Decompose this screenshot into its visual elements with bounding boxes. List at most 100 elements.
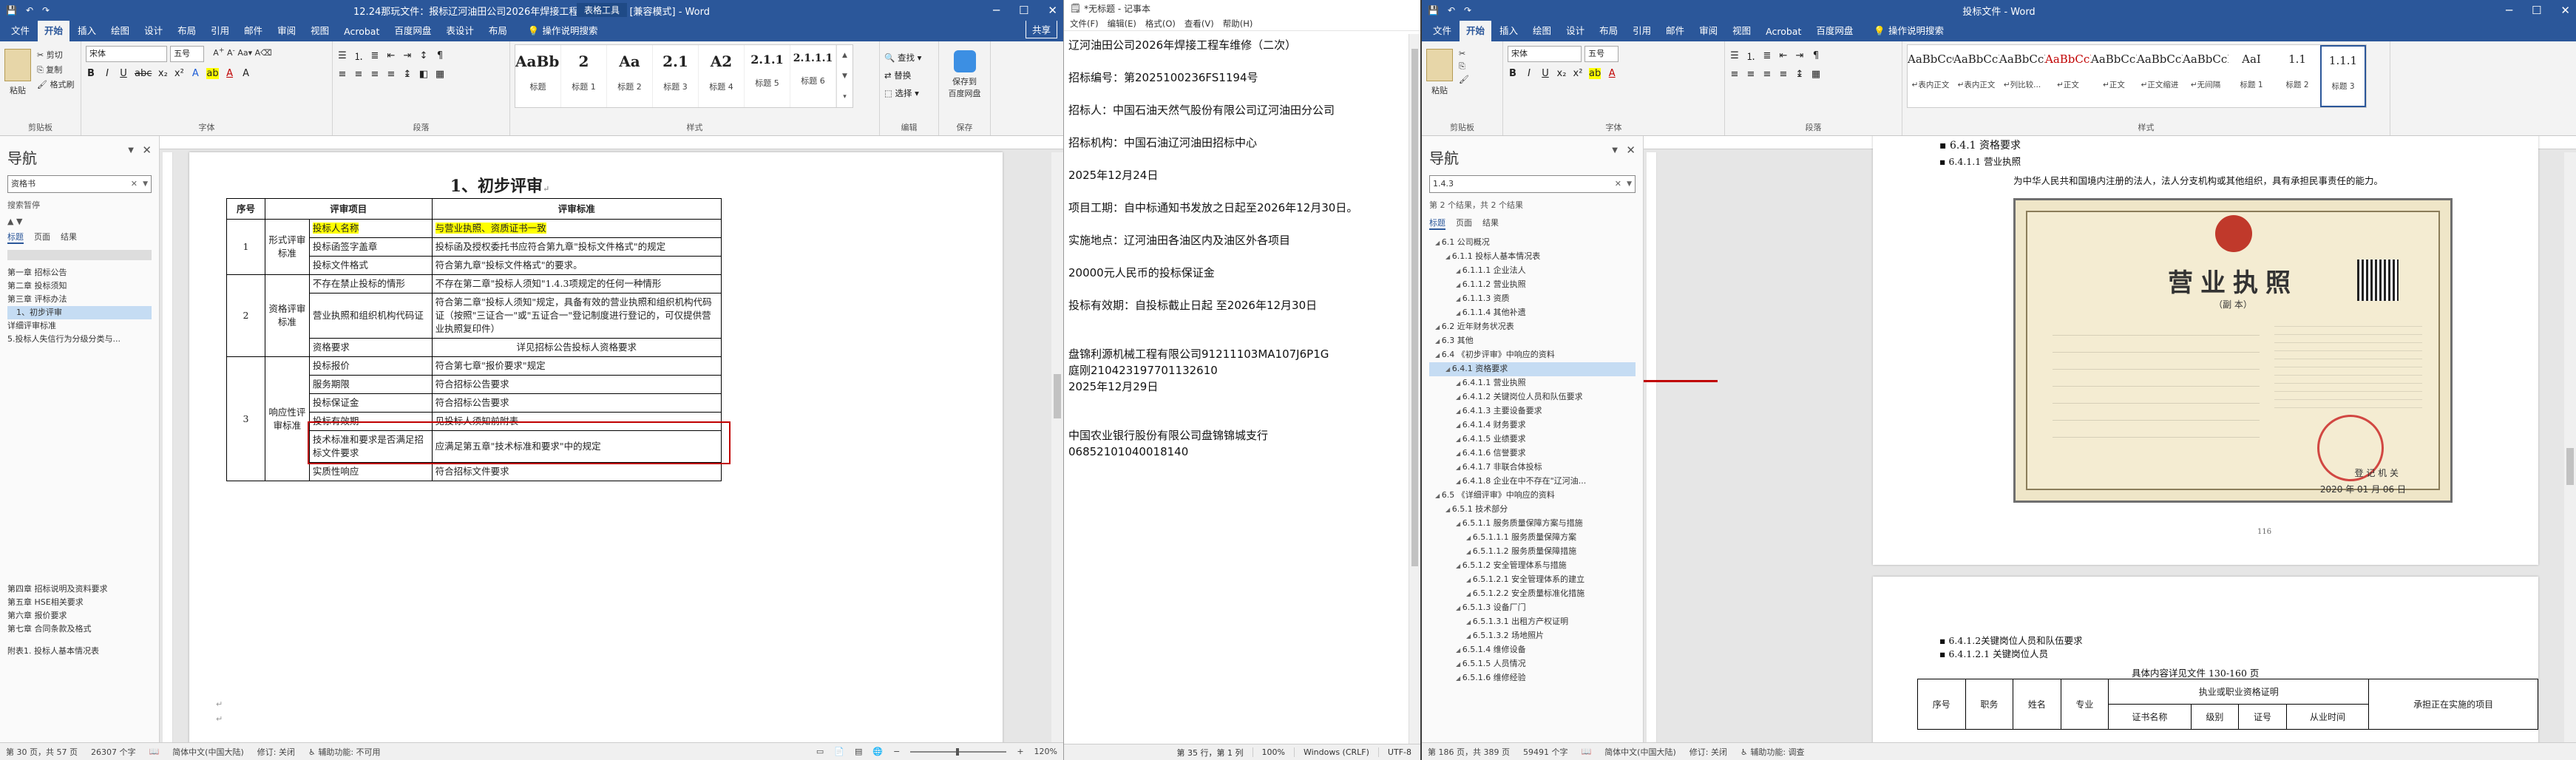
font-size-select[interactable]: 五号: [1584, 46, 1619, 62]
justify-icon[interactable]: ≡: [1778, 69, 1789, 80]
horizontal-ruler[interactable]: [160, 136, 1063, 149]
expand-arrow-icon[interactable]: ◢: [1435, 324, 1442, 330]
numbering-icon[interactable]: ⒈: [1746, 49, 1756, 63]
nav-item[interactable]: 第五章 HSE相关要求: [7, 596, 152, 609]
standard-cell[interactable]: 不存在第二章"投标人须知"1.4.3项规定的任何一种情形: [431, 274, 722, 294]
expand-arrow-icon[interactable]: ◢: [1456, 478, 1462, 485]
style-heading2[interactable]: Aa 标题 2: [607, 45, 653, 107]
style-item[interactable]: AaBbCcD ↵正文缩进: [2137, 45, 2183, 107]
subscript-icon[interactable]: x₂: [157, 68, 168, 79]
strikethrough-icon[interactable]: abc: [135, 68, 152, 79]
item-cell[interactable]: 资格要求: [308, 338, 433, 357]
expand-arrow-icon[interactable]: ◢: [1456, 422, 1462, 429]
zoom-slider[interactable]: [910, 747, 1007, 756]
nav-item[interactable]: ◢ 6.5.1.1 服务质量保障方案与措施: [1429, 517, 1636, 531]
highlight-icon[interactable]: ab: [206, 68, 219, 79]
align-left-icon[interactable]: ≡: [337, 69, 348, 80]
style-title[interactable]: AaBb(标题: [515, 45, 561, 107]
highlight-icon[interactable]: ab: [1589, 68, 1601, 79]
tab-acrobat[interactable]: Acrobat: [1759, 23, 1808, 41]
tab-table-layout[interactable]: 布局: [482, 20, 514, 41]
standard-cell[interactable]: 与营业执照、资质证书一致: [431, 219, 722, 238]
standard-cell[interactable]: 符合第九章"投标文件格式"的要求。: [431, 256, 722, 275]
nav-item[interactable]: ◢ 6.5.1.3.1 出租方产权证明: [1429, 615, 1636, 629]
format-painter-icon[interactable]: 🖌: [1459, 75, 1469, 84]
expand-arrow-icon[interactable]: ◢: [1435, 492, 1442, 499]
underline-icon[interactable]: U: [118, 68, 129, 79]
nav-item[interactable]: 第二章 投标须知: [7, 279, 152, 293]
expand-arrow-icon[interactable]: ◢: [1456, 282, 1462, 288]
expand-arrow-icon[interactable]: ◢: [1466, 549, 1473, 555]
find-button[interactable]: 🔍 查找 ▾: [884, 52, 934, 64]
tab-file[interactable]: 文件: [1426, 20, 1458, 41]
item-cell[interactable]: 营业执照和组织机构代码证: [308, 293, 433, 339]
page-count[interactable]: 第 186 页，共 389 页: [1428, 746, 1510, 758]
justify-icon[interactable]: ≡: [386, 69, 396, 80]
tab-view[interactable]: 视图: [1726, 20, 1758, 41]
nav-tab-pages[interactable]: 页面: [34, 231, 50, 244]
cut-button[interactable]: ✂ 剪切: [37, 49, 74, 61]
redo-icon[interactable]: ↷: [1464, 5, 1471, 16]
style-item[interactable]: AaBbCcDc ↵正文: [2045, 45, 2091, 107]
nav-item[interactable]: ◢ 6.4 《初步评审》中响应的资料: [1429, 348, 1636, 362]
style-item[interactable]: AaBbCcD ↵正文: [2091, 45, 2137, 107]
chevron-up-icon[interactable]: ▲: [7, 217, 13, 226]
expand-arrow-icon[interactable]: ◢: [1466, 591, 1473, 597]
zoom-in-icon[interactable]: +: [1017, 747, 1023, 756]
undo-icon[interactable]: ↶: [26, 5, 33, 16]
expand-arrow-icon[interactable]: ◢: [1466, 619, 1473, 625]
web-layout-icon[interactable]: 🌐: [872, 747, 883, 756]
vertical-scrollbar[interactable]: [1051, 152, 1063, 742]
chevron-down-icon[interactable]: ▼: [143, 176, 148, 192]
nav-item[interactable]: ◢ 6.1.1.3 资质: [1429, 292, 1636, 306]
align-center-icon[interactable]: ≡: [1746, 69, 1756, 80]
expand-arrow-icon[interactable]: ◢: [1456, 647, 1462, 654]
superscript-icon[interactable]: x²: [174, 68, 184, 79]
nav-item[interactable]: ◢ 6.4.1.4 财务要求: [1429, 418, 1636, 432]
standard-cell[interactable]: 详见招标公告投标人资格要求: [431, 338, 722, 357]
focus-icon[interactable]: ▭: [816, 747, 824, 756]
undo-icon[interactable]: ↶: [1448, 5, 1455, 16]
item-cell[interactable]: 投标函签字盖章: [308, 237, 433, 257]
zoom-out-icon[interactable]: −: [893, 747, 900, 756]
tab-file[interactable]: 文件: [4, 20, 36, 41]
nav-item[interactable]: 第三章 评标办法: [7, 293, 152, 306]
menu-format[interactable]: 格式(O): [1145, 18, 1176, 30]
style-heading3[interactable]: 2.1 标题 3: [653, 45, 699, 107]
nav-item[interactable]: ◢ 6.5 《详细评审》中响应的资料: [1429, 489, 1636, 503]
nav-item[interactable]: ◢ 6.2 近年财务状况表: [1429, 320, 1636, 334]
nav-item[interactable]: 详细评审标准: [7, 319, 152, 333]
menu-view[interactable]: 查看(V): [1184, 18, 1214, 30]
superscript-icon[interactable]: x²: [1573, 68, 1583, 79]
numbering-icon[interactable]: ⒈: [353, 49, 364, 63]
item-cell[interactable]: 实质性响应: [308, 462, 433, 481]
tab-baidu[interactable]: 百度网盘: [1809, 20, 1860, 41]
font-name-select[interactable]: 宋体: [1508, 46, 1582, 62]
redo-icon[interactable]: ↷: [42, 5, 50, 16]
expand-arrow-icon[interactable]: ◢: [1456, 605, 1462, 611]
vertical-ruler[interactable]: [163, 152, 173, 742]
copy-icon[interactable]: ⎘: [1459, 61, 1469, 72]
menu-file[interactable]: 文件(F): [1070, 18, 1099, 30]
nav-item[interactable]: 第四章 招标说明及资料要求: [7, 583, 152, 596]
nav-item[interactable]: ◢ 6.5.1.2 安全管理体系与措施: [1429, 559, 1636, 573]
maximize-button[interactable]: ☐: [2532, 4, 2541, 17]
style-item[interactable]: 1.1 标题 2: [2274, 45, 2320, 107]
expand-arrow-icon[interactable]: ◢: [1445, 506, 1452, 513]
tab-references[interactable]: 引用: [1626, 20, 1658, 41]
nav-item[interactable]: ◢ 6.4.1.8 企业在中不存在"辽河油...: [1429, 475, 1636, 489]
align-left-icon[interactable]: ≡: [1729, 69, 1740, 80]
item-cell[interactable]: 投标报价: [308, 356, 433, 376]
expand-arrow-icon[interactable]: ◢: [1435, 240, 1442, 246]
expand-arrow-icon[interactable]: ◢: [1456, 464, 1462, 471]
notepad-text-area[interactable]: 辽河油田公司2026年焊接工程车维修（二次） 招标编号：第2025100236FS…: [1064, 34, 1409, 744]
copy-button[interactable]: ⎘ 复制: [37, 64, 74, 75]
print-layout-icon[interactable]: ▤: [855, 747, 862, 756]
multilevel-list-icon[interactable]: ≣: [1762, 50, 1772, 61]
vertical-ruler[interactable]: [1647, 152, 1657, 742]
bold-icon[interactable]: B: [86, 68, 96, 79]
font-name-select[interactable]: 宋体: [86, 46, 167, 62]
nav-item[interactable]: ◢ 6.4.1.7 非联合体投标: [1429, 461, 1636, 475]
save-icon[interactable]: 💾: [6, 5, 17, 16]
bullets-icon[interactable]: ☰: [1729, 50, 1740, 61]
